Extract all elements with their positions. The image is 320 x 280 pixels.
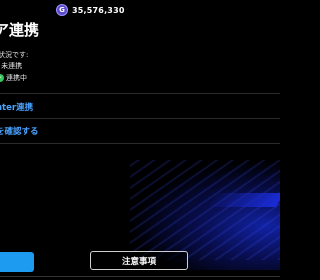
account-link-screen: G 35,576,330 ア連携 状況です: r 未連携 ✓ 連携中 nter連… [0,0,280,280]
notice-button[interactable]: 注意事項 [90,251,188,270]
background-stripes [130,160,280,260]
status-row-unlinked: r 未連携 [0,61,22,71]
page-title: ア連携 [0,21,40,39]
menu-item-label: を確認する [0,127,39,137]
menu-item-link-account[interactable]: nter連携 [0,93,280,119]
status-caption: 状況です: [0,51,29,59]
status-text: r 未連携 [0,62,23,70]
gem-coin-icon: G [56,4,68,16]
menu-item-confirm[interactable]: を確認する [0,118,280,144]
currency-amount: 35,576,330 [72,5,125,15]
back-button[interactable] [0,252,34,272]
status-row-linked: ✓ 連携中 [0,73,27,83]
status-text: 連携中 [6,74,27,82]
background-accent-bar [205,193,280,207]
divider [0,276,280,277]
currency-display: G 35,576,330 [56,2,125,18]
menu-item-label: nter連携 [0,102,34,113]
check-icon: ✓ [0,74,4,82]
